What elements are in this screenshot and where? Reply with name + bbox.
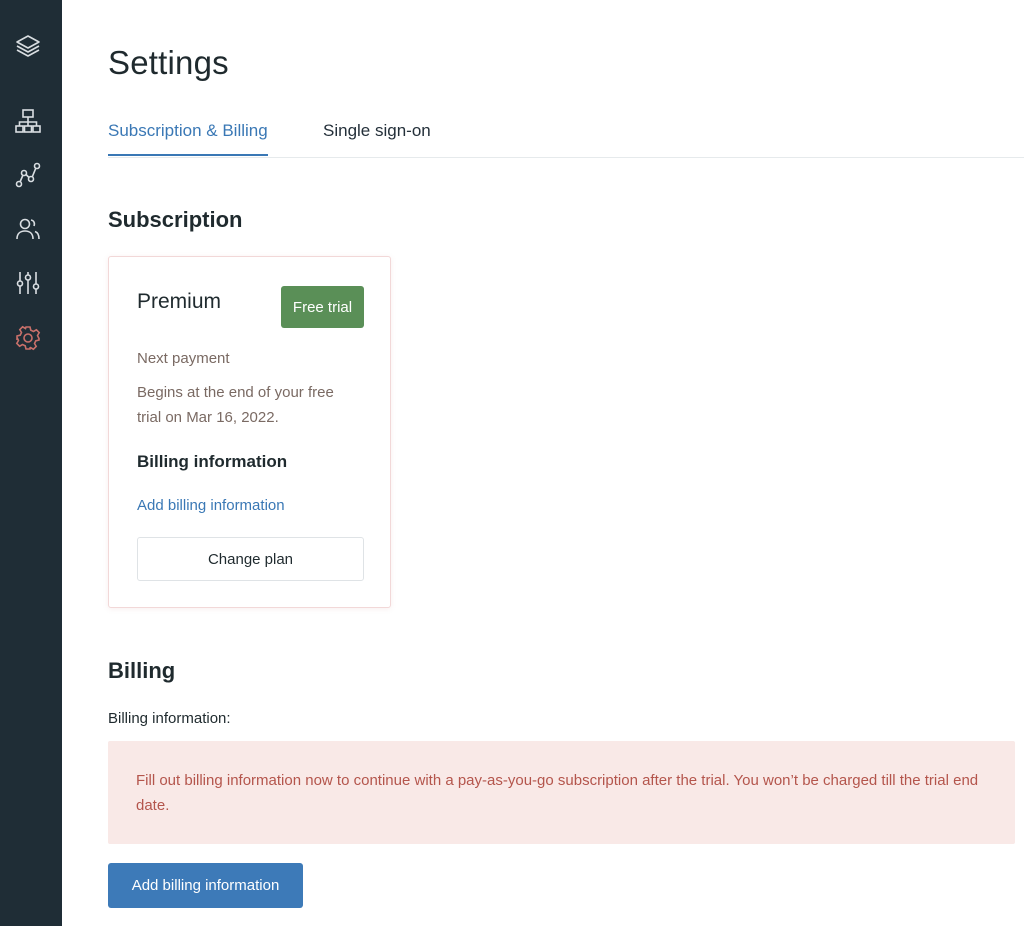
graph-nodes-icon[interactable] — [13, 160, 43, 190]
billing-alert: Fill out billing information now to cont… — [108, 741, 1015, 844]
main-content: Settings Subscription & Billing Single s… — [62, 0, 1024, 926]
subscription-card: Premium Free trial Next payment Begins a… — [108, 256, 391, 608]
add-billing-button[interactable]: Add billing information — [108, 863, 303, 908]
add-billing-link[interactable]: Add billing information — [137, 497, 285, 514]
tab-bar: Subscription & Billing Single sign-on — [108, 112, 1024, 158]
page-title: Settings — [108, 44, 229, 81]
billing-heading: Billing — [108, 658, 176, 683]
subscription-heading: Subscription — [108, 207, 243, 232]
billing-information-heading: Billing information — [137, 452, 288, 471]
next-payment-label: Next payment — [137, 350, 230, 367]
sitemap-icon[interactable] — [13, 106, 43, 136]
next-payment-text: Begins at the end of your free trial on … — [137, 384, 334, 426]
layers-icon[interactable] — [13, 31, 43, 61]
tab-subscription-billing[interactable]: Subscription & Billing — [108, 121, 268, 156]
gear-icon[interactable] — [13, 323, 43, 353]
users-icon[interactable] — [13, 214, 43, 244]
sidebar — [0, 0, 62, 926]
tab-single-sign-on[interactable]: Single sign-on — [323, 121, 431, 154]
free-trial-badge: Free trial — [281, 286, 364, 328]
change-plan-button[interactable]: Change plan — [137, 537, 364, 581]
billing-information-label: Billing information: — [108, 710, 231, 727]
sliders-icon[interactable] — [13, 268, 43, 298]
plan-name: Premium — [137, 290, 222, 313]
